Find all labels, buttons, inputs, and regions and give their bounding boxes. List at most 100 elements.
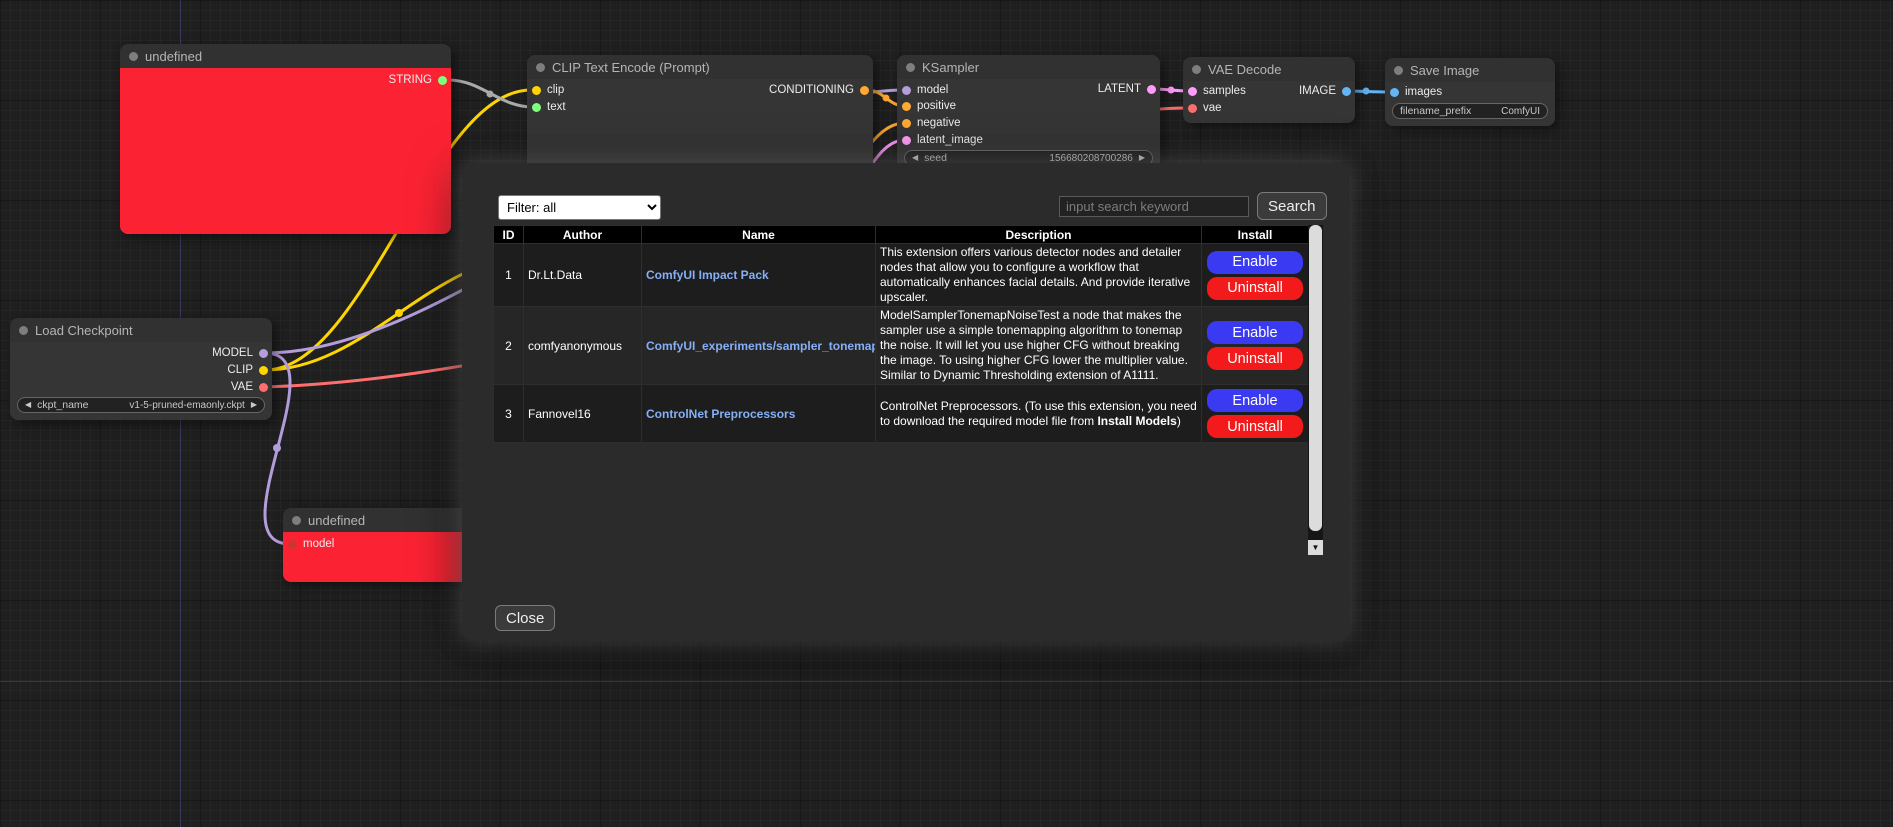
extension-table-header: ID Author Name Description Install	[494, 226, 1309, 244]
node-title-bar[interactable]: Load Checkpoint	[10, 318, 272, 342]
slot-label: IMAGE	[1299, 85, 1336, 97]
node-body: images filename_prefix ComfyUI	[1385, 82, 1555, 126]
node-title-bar[interactable]: Save Image	[1385, 58, 1555, 82]
output-slot-conditioning[interactable]: CONDITIONING	[769, 83, 869, 97]
wire-midpoint-dot	[1168, 87, 1175, 94]
input-slot-negative[interactable]: negative	[902, 116, 960, 130]
output-slot-vae[interactable]: VAE	[231, 380, 268, 394]
node-status-dot[interactable]	[1394, 66, 1403, 75]
vae-slot-dot[interactable]	[1188, 104, 1197, 113]
search-button[interactable]: Search	[1257, 192, 1327, 220]
node-title-bar[interactable]: VAE Decode	[1183, 57, 1355, 81]
input-slot-vae[interactable]: vae	[1188, 101, 1222, 115]
header-row: ID Author Name Description Install	[494, 226, 1309, 244]
output-slot-model[interactable]: MODEL	[212, 346, 268, 360]
text-slot-dot[interactable]	[532, 103, 541, 112]
node-body: samples vae IMAGE	[1183, 81, 1355, 123]
description-text: )	[1177, 414, 1181, 428]
node-title-bar[interactable]: KSampler	[897, 55, 1160, 79]
description-text: Install Models	[1097, 414, 1176, 428]
filename-prefix-widget[interactable]: filename_prefix ComfyUI	[1392, 103, 1548, 119]
node-title-text: KSampler	[922, 60, 979, 75]
uninstall-button[interactable]: Uninstall	[1207, 347, 1303, 370]
extension-description-cell: ModelSamplerTonemapNoiseTest a node that…	[876, 307, 1202, 385]
output-slot-clip[interactable]: CLIP	[227, 363, 268, 377]
search-input[interactable]	[1059, 196, 1249, 217]
decrease-arrow-icon[interactable]: ◀	[25, 401, 31, 409]
node-status-dot[interactable]	[19, 326, 28, 335]
enable-button[interactable]: Enable	[1207, 389, 1303, 412]
input-slot-model[interactable]: model	[288, 537, 334, 551]
extension-link[interactable]: ComfyUI Impact Pack	[646, 268, 769, 282]
input-slot-samples[interactable]: samples	[1188, 84, 1246, 98]
close-button[interactable]: Close	[495, 605, 555, 631]
increase-arrow-icon[interactable]: ▶	[1139, 154, 1145, 162]
extension-name-cell: ComfyUI_experiments/sampler_tonemap	[642, 307, 876, 385]
negative-slot-dot[interactable]	[902, 119, 911, 128]
node-status-dot[interactable]	[906, 63, 915, 72]
input-slot-text[interactable]: text	[532, 100, 566, 114]
enable-button[interactable]: Enable	[1207, 251, 1303, 274]
node-undefined-top[interactable]: undefined STRING	[120, 44, 451, 234]
samples-slot-dot[interactable]	[1188, 87, 1197, 96]
vae-output-dot[interactable]	[259, 383, 268, 392]
output-slot-string[interactable]: STRING	[389, 73, 447, 87]
images-slot-dot[interactable]	[1390, 88, 1399, 97]
extension-table: ID Author Name Description Install 1Dr.L…	[493, 225, 1309, 443]
node-status-dot[interactable]	[536, 63, 545, 72]
increase-arrow-icon[interactable]: ▶	[251, 401, 257, 409]
node-title-bar[interactable]: CLIP Text Encode (Prompt)	[527, 55, 873, 79]
model-slot-dot[interactable]	[902, 86, 911, 95]
scrollbar-down-button[interactable]: ▼	[1308, 540, 1323, 555]
slot-label: text	[547, 101, 566, 113]
scrollbar-thumb[interactable]	[1309, 225, 1322, 531]
slot-label: samples	[1203, 85, 1246, 97]
column-header-author: Author	[524, 226, 642, 244]
latent-slot-dot[interactable]	[902, 136, 911, 145]
model-slot-dot[interactable]	[288, 540, 297, 549]
extension-manager-dialog: Filter: all Search ID Author Name Descri…	[462, 163, 1350, 641]
clip-slot-dot[interactable]	[532, 86, 541, 95]
node-graph-canvas[interactable]: undefined STRING CLIP Text Encode (Promp…	[0, 0, 1893, 827]
table-scrollbar[interactable]: ▼	[1308, 225, 1323, 555]
uninstall-button[interactable]: Uninstall	[1207, 415, 1303, 438]
column-header-install: Install	[1202, 226, 1309, 244]
node-body: MODEL CLIP VAE ◀ ckpt_name v1-5-pruned-e…	[10, 342, 272, 420]
input-slot-latent-image[interactable]: latent_image	[902, 133, 983, 147]
clip-output-dot[interactable]	[259, 366, 268, 375]
latent-output-dot[interactable]	[1147, 85, 1156, 94]
decrease-arrow-icon[interactable]: ◀	[912, 154, 918, 162]
conditioning-slot-dot[interactable]	[860, 86, 869, 95]
input-slot-positive[interactable]: positive	[902, 99, 956, 113]
extension-install-cell: Enable Uninstall	[1202, 244, 1309, 307]
filter-select[interactable]: Filter: all	[498, 195, 661, 220]
input-slot-images[interactable]: images	[1390, 85, 1442, 99]
node-save-image[interactable]: Save Image images filename_prefix ComfyU…	[1385, 58, 1555, 126]
input-slot-model[interactable]: model	[902, 83, 948, 97]
widget-value: ComfyUI	[1501, 106, 1540, 117]
enable-button[interactable]: Enable	[1207, 321, 1303, 344]
wire-midpoint-dot	[487, 91, 494, 98]
extension-link[interactable]: ComfyUI_experiments/sampler_tonemap	[646, 339, 876, 353]
node-title-text: CLIP Text Encode (Prompt)	[552, 60, 710, 75]
uninstall-button[interactable]: Uninstall	[1207, 277, 1303, 300]
node-status-dot[interactable]	[129, 52, 138, 61]
extension-link[interactable]: ControlNet Preprocessors	[646, 407, 795, 421]
string-slot-dot[interactable]	[438, 76, 447, 85]
ckpt-name-widget[interactable]: ◀ ckpt_name v1-5-pruned-emaonly.ckpt ▶	[17, 397, 265, 413]
node-status-dot[interactable]	[292, 516, 301, 525]
down-arrow-icon: ▼	[1312, 543, 1320, 552]
node-title-bar[interactable]: undefined	[120, 44, 451, 68]
slot-label: MODEL	[212, 347, 253, 359]
image-slot-dot[interactable]	[1342, 87, 1351, 96]
node-status-dot[interactable]	[1192, 65, 1201, 74]
input-slot-clip[interactable]: clip	[532, 83, 564, 97]
positive-slot-dot[interactable]	[902, 102, 911, 111]
node-vae-decode[interactable]: VAE Decode samples vae IMAGE	[1183, 57, 1355, 123]
output-slot-latent[interactable]: LATENT	[1098, 82, 1156, 96]
node-body: STRING	[120, 68, 451, 234]
output-slot-image[interactable]: IMAGE	[1299, 84, 1351, 98]
extension-install-cell: Enable Uninstall	[1202, 307, 1309, 385]
model-output-dot[interactable]	[259, 349, 268, 358]
node-load-checkpoint[interactable]: Load Checkpoint MODEL CLIP VAE ◀ ckpt_na…	[10, 318, 272, 420]
